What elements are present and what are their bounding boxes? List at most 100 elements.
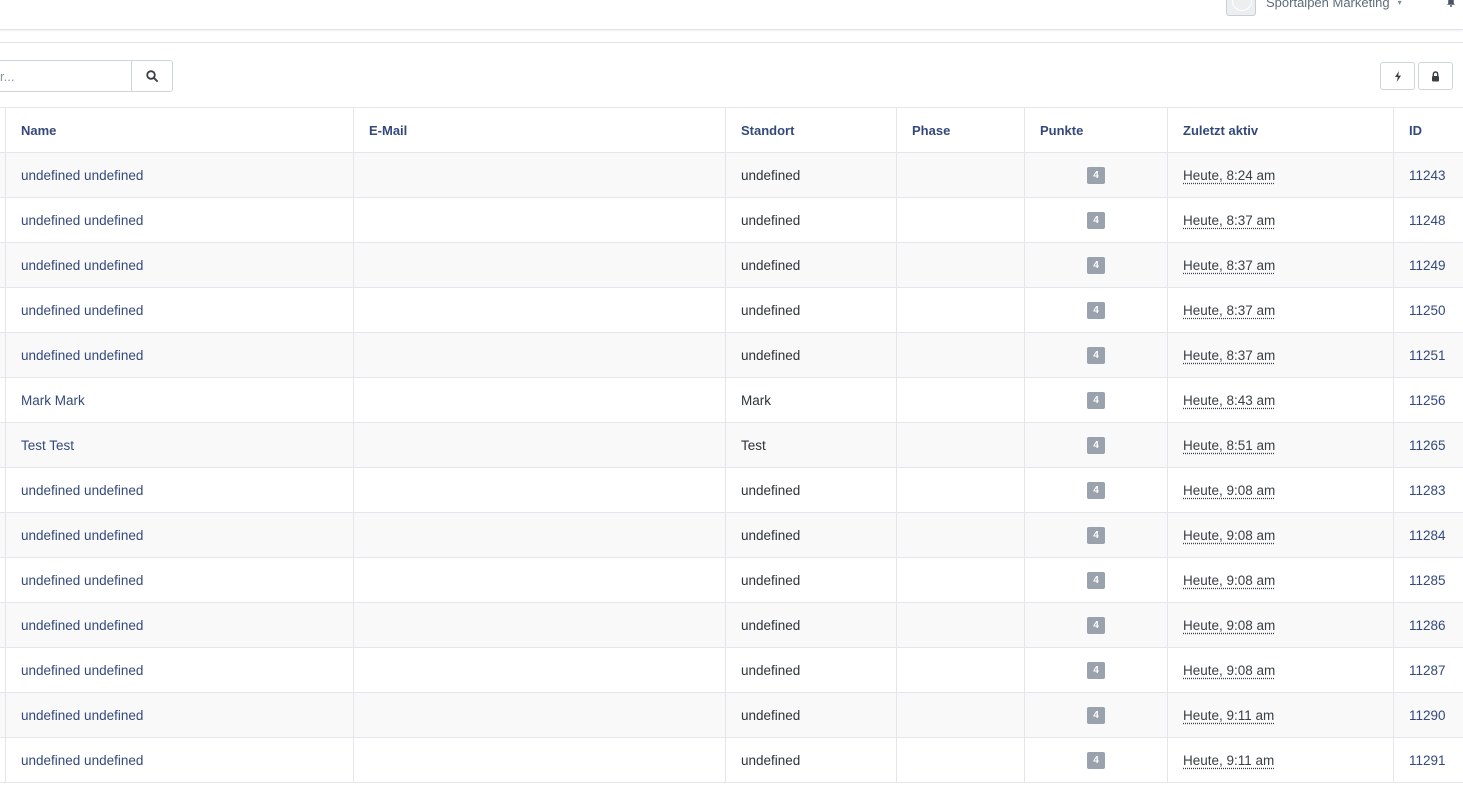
points-badge: 4 <box>1087 481 1105 499</box>
contact-name-link[interactable]: undefined undefined <box>21 708 143 723</box>
table-row[interactable]: undefined undefined undefined 4 Heute, 9:11… <box>0 693 1463 738</box>
contact-name-link[interactable]: undefined undefined <box>21 303 143 318</box>
contact-name-link[interactable]: Test Test <box>21 438 74 453</box>
contact-name-link[interactable]: undefined undefined <box>21 348 143 363</box>
quick-action-button[interactable] <box>1380 62 1415 90</box>
contact-id-link[interactable]: 11265 <box>1409 438 1446 453</box>
contact-id-link[interactable]: 11290 <box>1409 708 1446 723</box>
search-input[interactable] <box>0 60 131 92</box>
lightning-icon <box>1394 70 1401 82</box>
table-row[interactable]: undefined undefined undefined 4 Heute, 8:37… <box>0 198 1463 243</box>
last-active-time: Heute, 8:24 am <box>1183 167 1276 183</box>
contact-name-link[interactable]: undefined undefined <box>21 663 143 678</box>
column-header-name[interactable]: Name <box>6 108 353 152</box>
last-active-time: Heute, 9:08 am <box>1183 482 1276 498</box>
last-active-time: Heute, 9:08 am <box>1183 572 1276 588</box>
contact-id-link[interactable]: 11286 <box>1409 618 1446 633</box>
last-active-time: Heute, 9:11 am <box>1183 752 1275 768</box>
last-active-time: Heute, 9:11 am <box>1183 707 1275 723</box>
contact-name-link[interactable]: undefined undefined <box>21 573 143 588</box>
contact-standort: undefined <box>741 482 801 498</box>
contact-name-link[interactable]: undefined undefined <box>21 528 143 543</box>
contacts-table: Name E-Mail Standort Phase Punkte Zuletz… <box>0 107 1463 783</box>
contact-id-link[interactable]: 11291 <box>1409 753 1446 768</box>
search-button[interactable] <box>131 60 173 92</box>
points-badge: 4 <box>1087 256 1105 274</box>
last-active-time: Heute, 8:37 am <box>1183 302 1276 318</box>
last-active-time: Heute, 8:43 am <box>1183 392 1276 408</box>
table-row[interactable]: undefined undefined undefined 4 Heute, 9:08… <box>0 558 1463 603</box>
points-badge: 4 <box>1087 571 1105 589</box>
contact-id-link[interactable]: 11256 <box>1409 393 1446 408</box>
points-badge: 4 <box>1087 706 1105 724</box>
column-header-standort[interactable]: Standort <box>725 108 896 152</box>
contact-id-link[interactable]: 11249 <box>1409 258 1446 273</box>
column-header-id[interactable]: ID <box>1393 108 1463 152</box>
account-switcher[interactable]: Sportalpen Marketing ▾ <box>1226 0 1402 16</box>
contact-id-link[interactable]: 11283 <box>1409 483 1446 498</box>
table-row[interactable]: undefined undefined undefined 4 Heute, 8:37… <box>0 243 1463 288</box>
contact-standort: Mark <box>741 392 771 408</box>
contact-standort: undefined <box>741 347 801 363</box>
lock-button[interactable] <box>1418 62 1453 90</box>
last-active-time: Heute, 8:51 am <box>1183 437 1276 453</box>
points-badge: 4 <box>1087 346 1105 364</box>
last-active-time: Heute, 9:08 am <box>1183 527 1276 543</box>
last-active-time: Heute, 8:37 am <box>1183 212 1276 228</box>
table-row[interactable]: Test Test Test 4 Heute, 8:51 am 11265 <box>0 423 1463 468</box>
contact-id-link[interactable]: 11284 <box>1409 528 1446 543</box>
contact-id-link[interactable]: 11285 <box>1409 573 1446 588</box>
contact-standort: undefined <box>741 707 801 723</box>
points-badge: 4 <box>1087 391 1105 409</box>
contact-standort: undefined <box>741 167 801 183</box>
column-header-email[interactable]: E-Mail <box>353 108 725 152</box>
chevron-down-icon: ▾ <box>1397 0 1402 7</box>
table-row[interactable]: undefined undefined undefined 4 Heute, 9:08… <box>0 648 1463 693</box>
search-icon <box>146 70 158 82</box>
points-badge: 4 <box>1087 301 1105 319</box>
contact-id-link[interactable]: 11243 <box>1409 168 1446 183</box>
column-header-phase[interactable]: Phase <box>896 108 1024 152</box>
contact-id-link[interactable]: 11287 <box>1409 663 1446 678</box>
contact-name-link[interactable]: Mark Mark <box>21 393 85 408</box>
points-badge: 4 <box>1087 436 1105 454</box>
contact-id-link[interactable]: 11251 <box>1409 348 1446 363</box>
last-active-time: Heute, 8:37 am <box>1183 347 1276 363</box>
contacts-panel: Name E-Mail Standort Phase Punkte Zuletz… <box>0 42 1463 788</box>
contact-name-link[interactable]: undefined undefined <box>21 258 143 273</box>
points-badge: 4 <box>1087 211 1105 229</box>
contact-standort: undefined <box>741 302 801 318</box>
points-badge: 4 <box>1087 526 1105 544</box>
contact-name-link[interactable]: undefined undefined <box>21 213 143 228</box>
table-row[interactable]: undefined undefined undefined 4 Heute, 8:24… <box>0 153 1463 198</box>
search-group <box>0 60 173 92</box>
account-name: Sportalpen Marketing <box>1266 0 1390 10</box>
contact-standort: undefined <box>741 662 801 678</box>
contact-name-link[interactable]: undefined undefined <box>21 753 143 768</box>
bell-icon[interactable] <box>1446 0 1456 7</box>
contact-standort: undefined <box>741 752 801 768</box>
contact-id-link[interactable]: 11248 <box>1409 213 1446 228</box>
table-row[interactable]: undefined undefined undefined 4 Heute, 8:37… <box>0 288 1463 333</box>
contact-name-link[interactable]: undefined undefined <box>21 483 143 498</box>
lock-icon <box>1432 70 1439 81</box>
table-row[interactable]: undefined undefined undefined 4 Heute, 9:08… <box>0 603 1463 648</box>
table-header: Name E-Mail Standort Phase Punkte Zuletz… <box>0 108 1463 153</box>
contact-standort: Test <box>741 437 766 453</box>
last-active-time: Heute, 9:08 am <box>1183 617 1276 633</box>
table-row[interactable]: undefined undefined undefined 4 Heute, 9:11… <box>0 738 1463 783</box>
contact-id-link[interactable]: 11250 <box>1409 303 1446 318</box>
top-navbar: Sportalpen Marketing ▾ <box>0 0 1463 30</box>
contact-standort: undefined <box>741 212 801 228</box>
points-badge: 4 <box>1087 661 1105 679</box>
contact-standort: undefined <box>741 257 801 273</box>
table-row[interactable]: undefined undefined undefined 4 Heute, 9:08… <box>0 513 1463 558</box>
table-row[interactable]: undefined undefined undefined 4 Heute, 9:08… <box>0 468 1463 513</box>
points-badge: 4 <box>1087 616 1105 634</box>
column-header-zuletzt-aktiv[interactable]: Zuletzt aktiv <box>1167 108 1393 152</box>
table-row[interactable]: undefined undefined undefined 4 Heute, 8:37… <box>0 333 1463 378</box>
table-row[interactable]: Mark Mark Mark 4 Heute, 8:43 am 11256 <box>0 378 1463 423</box>
column-header-punkte[interactable]: Punkte <box>1024 108 1167 152</box>
contact-name-link[interactable]: undefined undefined <box>21 168 143 183</box>
contact-name-link[interactable]: undefined undefined <box>21 618 143 633</box>
